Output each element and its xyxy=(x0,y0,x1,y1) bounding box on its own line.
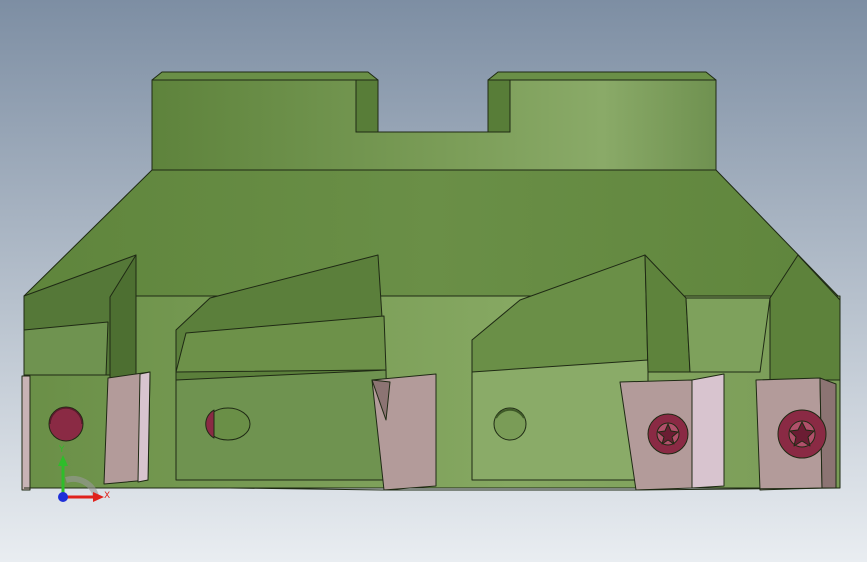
hub-top-rim xyxy=(151,71,379,81)
pin-hole-2 xyxy=(205,407,251,441)
graphics-viewport[interactable]: Y X xyxy=(0,0,867,562)
cutting-insert-2[interactable] xyxy=(371,373,437,491)
cutting-insert-4[interactable] xyxy=(755,377,837,491)
pin-hole-1 xyxy=(48,406,84,442)
z-axis-dot-icon xyxy=(58,492,68,502)
hub-top-rim-right xyxy=(487,71,717,81)
x-axis-label: X xyxy=(104,491,110,501)
cad-scene[interactable]: Y X xyxy=(0,0,867,562)
keyway-slot-right xyxy=(487,79,511,133)
cutting-insert-3[interactable] xyxy=(619,373,725,491)
pin-hole-3 xyxy=(493,407,527,441)
y-axis-label: Y xyxy=(58,445,65,455)
keyway-slot xyxy=(355,79,379,133)
